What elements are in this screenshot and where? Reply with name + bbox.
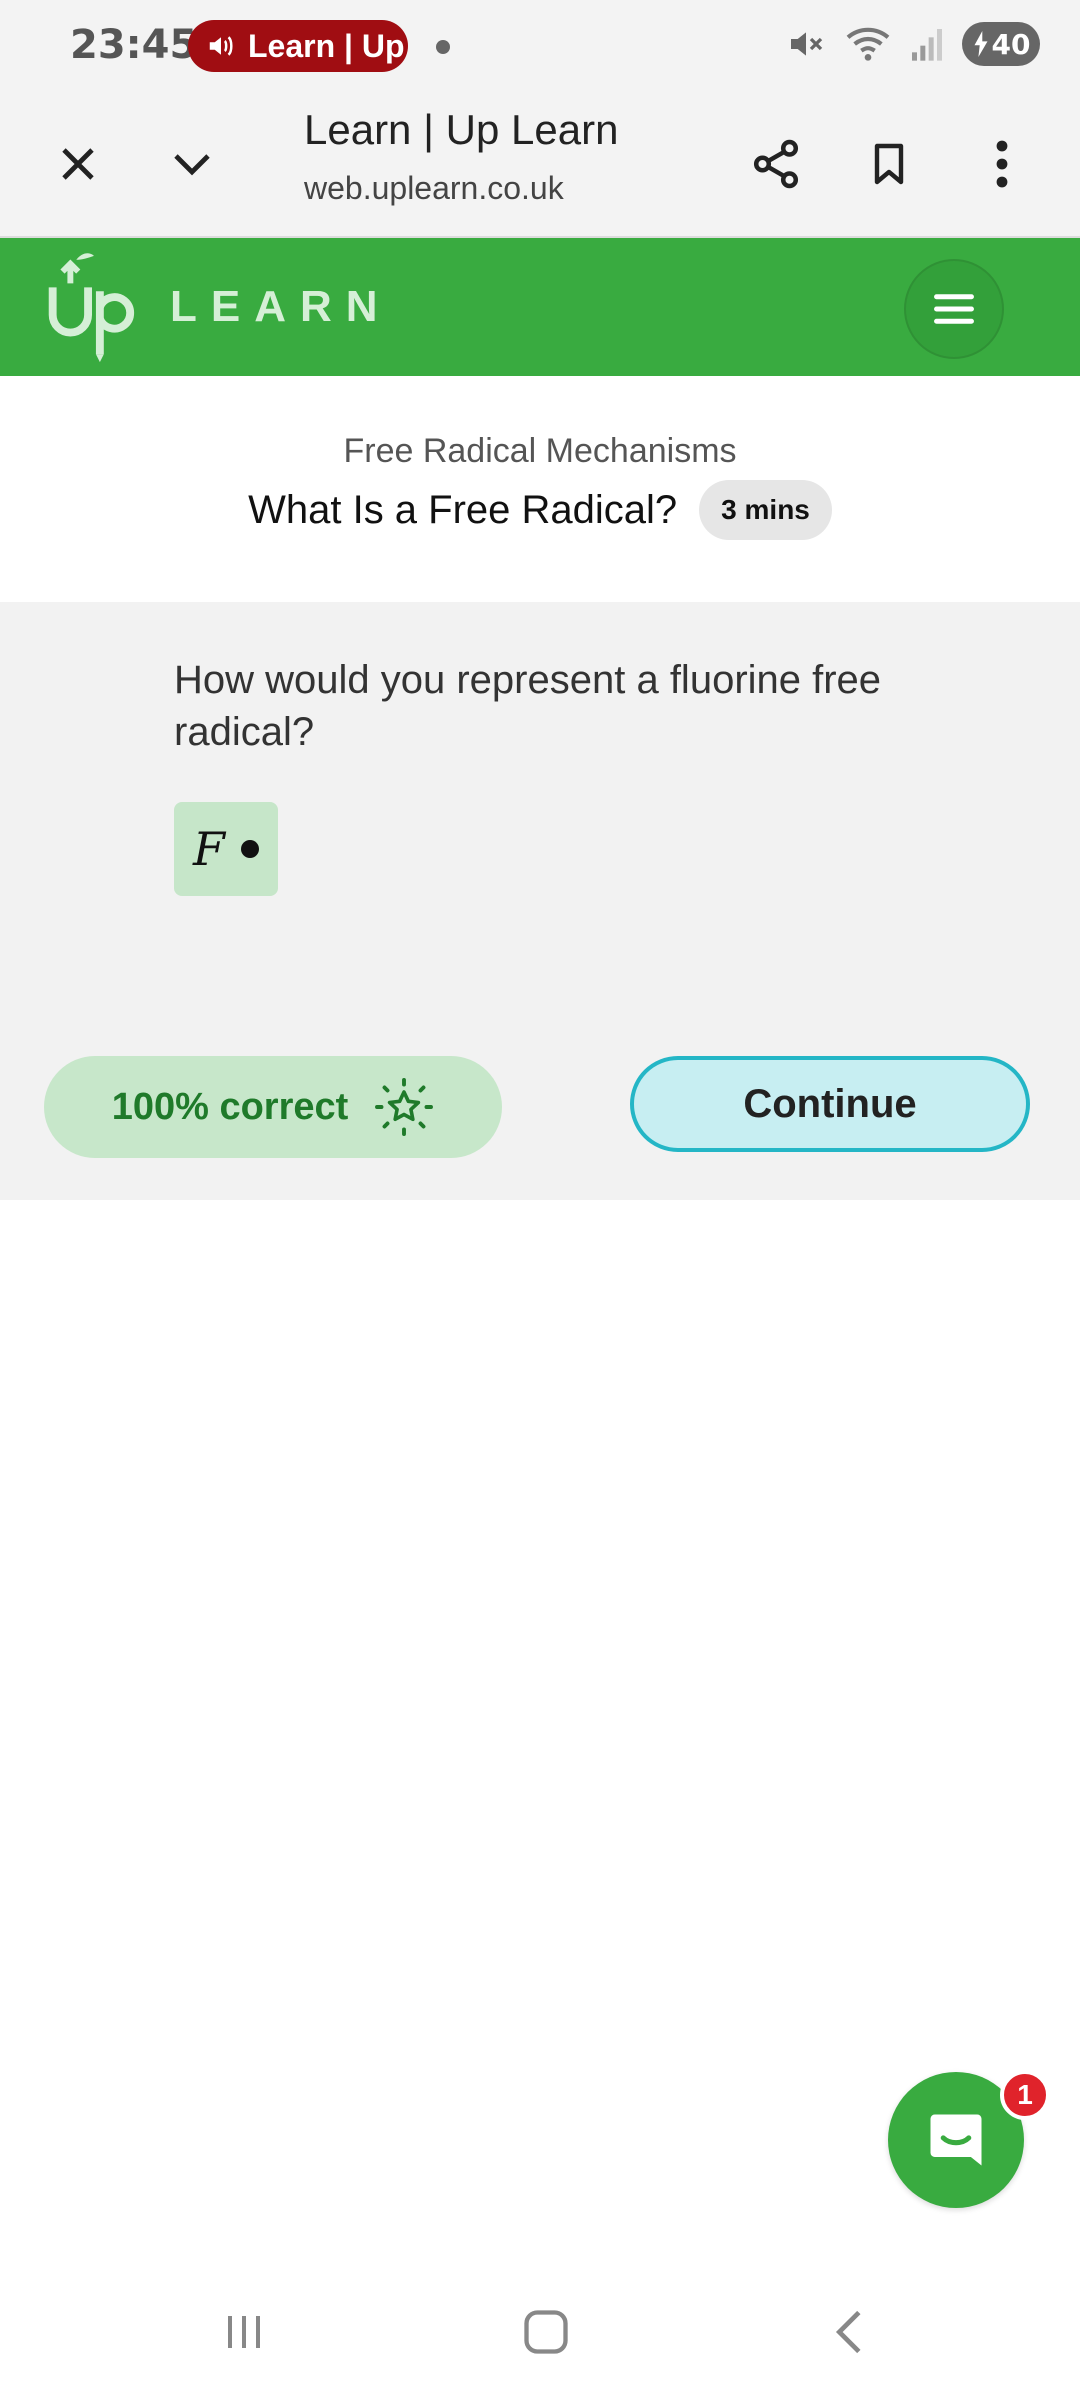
browser-page-title: Learn | Up Learn xyxy=(304,106,619,153)
hamburger-icon xyxy=(934,294,974,324)
signal-icon xyxy=(912,29,942,61)
up-learn-logo[interactable]: LEARN xyxy=(40,248,392,366)
speaker-icon xyxy=(209,36,233,56)
mute-icon xyxy=(791,32,823,56)
more-vert-icon xyxy=(996,140,1008,188)
recents-button[interactable] xyxy=(194,2292,294,2372)
site-header: LEARN xyxy=(0,238,1080,376)
question-panel: How would you represent a fluorine free … xyxy=(0,602,1080,1200)
share-button[interactable] xyxy=(740,128,812,200)
answer-symbol: F xyxy=(193,822,225,876)
back-button[interactable] xyxy=(798,2292,898,2372)
selected-answer: F xyxy=(174,802,278,896)
home-button[interactable] xyxy=(496,2292,596,2372)
browser-toolbar: Learn | Up Learn web.uplearn.co.uk xyxy=(0,92,1080,238)
browser-url[interactable]: web.uplearn.co.uk xyxy=(304,170,564,207)
bookmark-icon xyxy=(874,143,904,185)
clock: 23:45 xyxy=(70,22,198,68)
lesson-title-row: What Is a Free Radical? 3 mins xyxy=(0,480,1080,540)
chat-unread-badge: 1 xyxy=(1000,2070,1050,2120)
continue-button[interactable]: Continue xyxy=(630,1056,1030,1152)
chat-icon xyxy=(930,2114,982,2166)
star-burst-icon xyxy=(375,1078,434,1136)
notification-dot xyxy=(436,40,450,54)
chevron-down-icon xyxy=(174,154,210,176)
bookmark-button[interactable] xyxy=(853,128,925,200)
battery-indicator: 40 xyxy=(962,22,1040,66)
score-badge: 100% correct xyxy=(44,1056,502,1158)
duration-badge: 3 mins xyxy=(699,480,832,540)
back-icon xyxy=(835,2310,861,2354)
lesson-title: What Is a Free Radical? xyxy=(248,487,678,532)
wifi-icon xyxy=(846,27,890,61)
charging-icon xyxy=(974,31,988,57)
lesson-course-name: Free Radical Mechanisms xyxy=(343,432,737,470)
score-text: 100% correct xyxy=(111,1085,349,1128)
hamburger-menu-button[interactable] xyxy=(904,259,1004,359)
recents-icon xyxy=(228,2316,260,2348)
more-options-button[interactable] xyxy=(966,128,1038,200)
status-icons: 40 xyxy=(786,22,1040,66)
status-bar: 23:45 Learn | Up 40 xyxy=(0,0,1080,92)
close-tab-button[interactable] xyxy=(42,128,114,200)
question-text: How would you represent a fluorine free … xyxy=(174,658,882,754)
media-playing-pill[interactable]: Learn | Up xyxy=(188,20,408,72)
home-icon xyxy=(524,2310,568,2354)
share-icon xyxy=(753,139,799,189)
radical-dot xyxy=(240,840,259,858)
media-label: Learn | Up xyxy=(248,27,405,64)
system-nav-bar xyxy=(0,2262,1080,2400)
up-logo-icon xyxy=(48,253,135,363)
battery-level: 40 xyxy=(991,27,1031,61)
close-icon xyxy=(62,148,94,180)
minimize-button[interactable] xyxy=(156,128,228,200)
logo-text: LEARN xyxy=(170,282,392,331)
